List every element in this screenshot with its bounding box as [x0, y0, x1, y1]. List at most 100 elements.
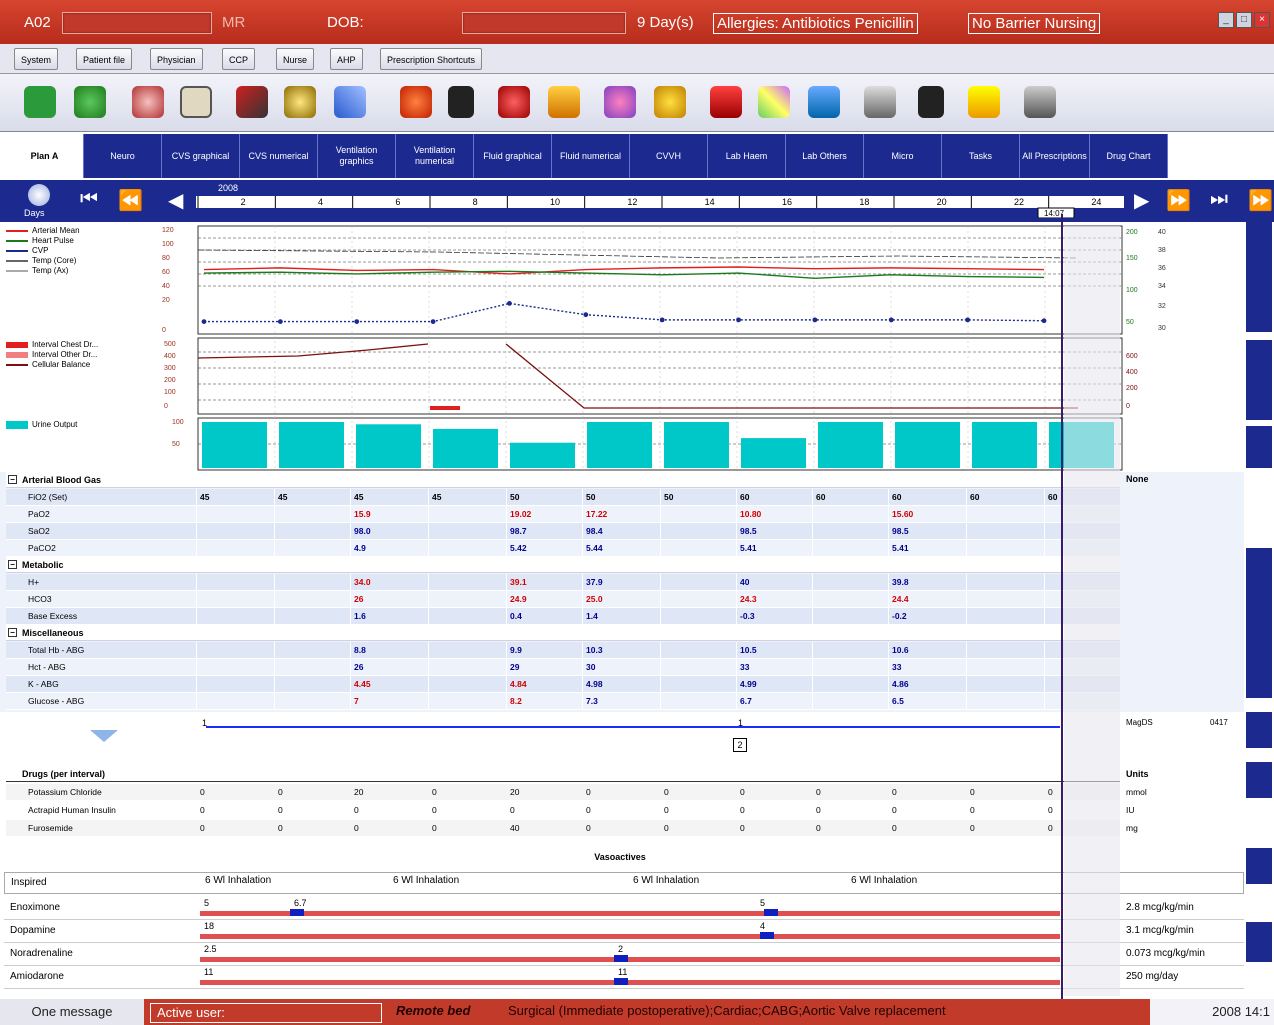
note-icon[interactable]: [968, 86, 1000, 118]
tab-ventilation-graphics[interactable]: Ventilation graphics: [318, 134, 396, 178]
table-cell[interactable]: 5.41: [892, 540, 909, 557]
table-cell[interactable]: 29: [510, 659, 519, 676]
table-cell[interactable]: 26: [354, 659, 363, 676]
table-cell[interactable]: 1.4: [586, 608, 598, 625]
close-icon[interactable]: ×: [1254, 12, 1270, 28]
table-cell[interactable]: 24.9: [510, 591, 527, 608]
drug-cell[interactable]: 0: [740, 784, 745, 801]
table-cell[interactable]: 45: [354, 489, 363, 506]
time-cursor[interactable]: [1061, 214, 1063, 999]
box-icon[interactable]: [548, 86, 580, 118]
table-cell[interactable]: 33: [740, 659, 749, 676]
drug-cell[interactable]: 0: [200, 784, 205, 801]
drug-cell[interactable]: 0: [586, 820, 591, 837]
menu-ccp[interactable]: CCP: [222, 48, 256, 70]
drug-cell[interactable]: 40: [510, 820, 519, 837]
menu-nurse[interactable]: Nurse: [276, 48, 315, 70]
drug-cell[interactable]: 0: [586, 784, 591, 801]
group-header[interactable]: − Miscellaneous: [6, 625, 1120, 641]
tab-micro[interactable]: Micro: [864, 134, 942, 178]
table-cell[interactable]: 7.3: [586, 693, 598, 710]
tab-fluid-graphical[interactable]: Fluid graphical: [474, 134, 552, 178]
collapse-icon[interactable]: [90, 730, 118, 742]
table-cell[interactable]: 19.02: [510, 506, 531, 523]
scrollbar-track[interactable]: [1246, 922, 1272, 962]
table-cell[interactable]: -0.2: [892, 608, 907, 625]
tab-cvs-graphical[interactable]: CVS graphical: [162, 134, 240, 178]
drug-cell[interactable]: 0: [200, 802, 205, 819]
patient-icon[interactable]: [808, 86, 840, 118]
prev-icon[interactable]: ◀: [168, 188, 183, 213]
table-cell[interactable]: 45: [432, 489, 441, 506]
drug-cell[interactable]: 0: [278, 802, 283, 819]
people-icon[interactable]: [448, 86, 474, 118]
drug-cell[interactable]: 0: [664, 820, 669, 837]
table-cell[interactable]: 5.42: [510, 540, 527, 557]
chart-icon[interactable]: [24, 86, 56, 118]
rate-change-marker[interactable]: [764, 909, 778, 916]
tab-cvvh[interactable]: CVVH: [630, 134, 708, 178]
table-cell[interactable]: 17.22: [586, 506, 607, 523]
group-header[interactable]: − Metabolic: [6, 557, 1120, 573]
table-cell[interactable]: 15.9: [354, 506, 371, 523]
folders-icon[interactable]: [1024, 86, 1056, 118]
inspired-value[interactable]: 6 Wl Inhalation: [633, 875, 699, 886]
drug-cell[interactable]: 0: [664, 784, 669, 801]
table-cell[interactable]: 60: [892, 489, 901, 506]
table-cell[interactable]: 39.1: [510, 574, 527, 591]
table-cell[interactable]: 0.4: [510, 608, 522, 625]
rate-change-marker[interactable]: [760, 932, 774, 939]
menu-system[interactable]: System: [14, 48, 59, 70]
drug-cell[interactable]: 0: [510, 802, 515, 819]
table-cell[interactable]: 60: [970, 489, 979, 506]
drug-cell[interactable]: 0: [432, 784, 437, 801]
gear-icon[interactable]: [604, 86, 636, 118]
table-cell[interactable]: 50: [586, 489, 595, 506]
marker-box[interactable]: 2: [733, 738, 747, 752]
table-cell[interactable]: 60: [1048, 489, 1057, 506]
drug-cell[interactable]: 0: [1048, 784, 1053, 801]
menu-patient-file[interactable]: Patient file: [76, 48, 133, 70]
drug-cell[interactable]: 0: [432, 820, 437, 837]
table-cell[interactable]: 8.2: [510, 693, 522, 710]
table-cell[interactable]: 39.8: [892, 574, 909, 591]
tab-lab-haem[interactable]: Lab Haem: [708, 134, 786, 178]
drug-cell[interactable]: 0: [970, 802, 975, 819]
infusion-bar[interactable]: [200, 980, 1060, 985]
drug-cell[interactable]: 20: [510, 784, 519, 801]
table-cell[interactable]: 24.4: [892, 591, 909, 608]
table-cell[interactable]: 4.98: [586, 676, 603, 693]
table-cell[interactable]: 6.5: [892, 693, 904, 710]
binoculars-icon[interactable]: [918, 86, 944, 118]
infusion-bar[interactable]: [200, 957, 1060, 962]
table-cell[interactable]: 8.8: [354, 642, 366, 659]
tab-ventilation-numerical[interactable]: Ventilation numerical: [396, 134, 474, 178]
drug-cell[interactable]: 0: [892, 820, 897, 837]
rewind-icon[interactable]: ⏪: [118, 188, 143, 213]
timer-icon[interactable]: [654, 86, 686, 118]
scrollbar-track[interactable]: [1246, 548, 1272, 698]
drug-cell[interactable]: 0: [892, 784, 897, 801]
table-cell[interactable]: 10.6: [892, 642, 909, 659]
table-cell[interactable]: 98.7: [510, 523, 527, 540]
drug-cell[interactable]: 0: [278, 820, 283, 837]
inspired-value[interactable]: 6 Wl Inhalation: [851, 875, 917, 886]
infusion-bar[interactable]: [200, 934, 1060, 939]
table-cell[interactable]: 50: [664, 489, 673, 506]
table-cell[interactable]: 40: [740, 574, 749, 591]
drug-cell[interactable]: 0: [664, 802, 669, 819]
syringe-icon[interactable]: [236, 86, 268, 118]
table-cell[interactable]: 45: [278, 489, 287, 506]
drug-cell[interactable]: 0: [740, 820, 745, 837]
table-cell[interactable]: 98.5: [892, 523, 909, 540]
inspired-value[interactable]: 6 Wl Inhalation: [205, 875, 271, 886]
calendar-clock-icon[interactable]: [28, 184, 50, 206]
table-cell[interactable]: 4.86: [892, 676, 909, 693]
drug-cell[interactable]: 0: [586, 802, 591, 819]
table-cell[interactable]: 34.0: [354, 574, 371, 591]
rate-change-marker[interactable]: [290, 909, 304, 916]
drug-cell[interactable]: 0: [1048, 820, 1053, 837]
last-icon[interactable]: ⏭: [1210, 188, 1228, 211]
abg-filter-select[interactable]: None: [1126, 474, 1149, 484]
table-cell[interactable]: 98.0: [354, 523, 371, 540]
